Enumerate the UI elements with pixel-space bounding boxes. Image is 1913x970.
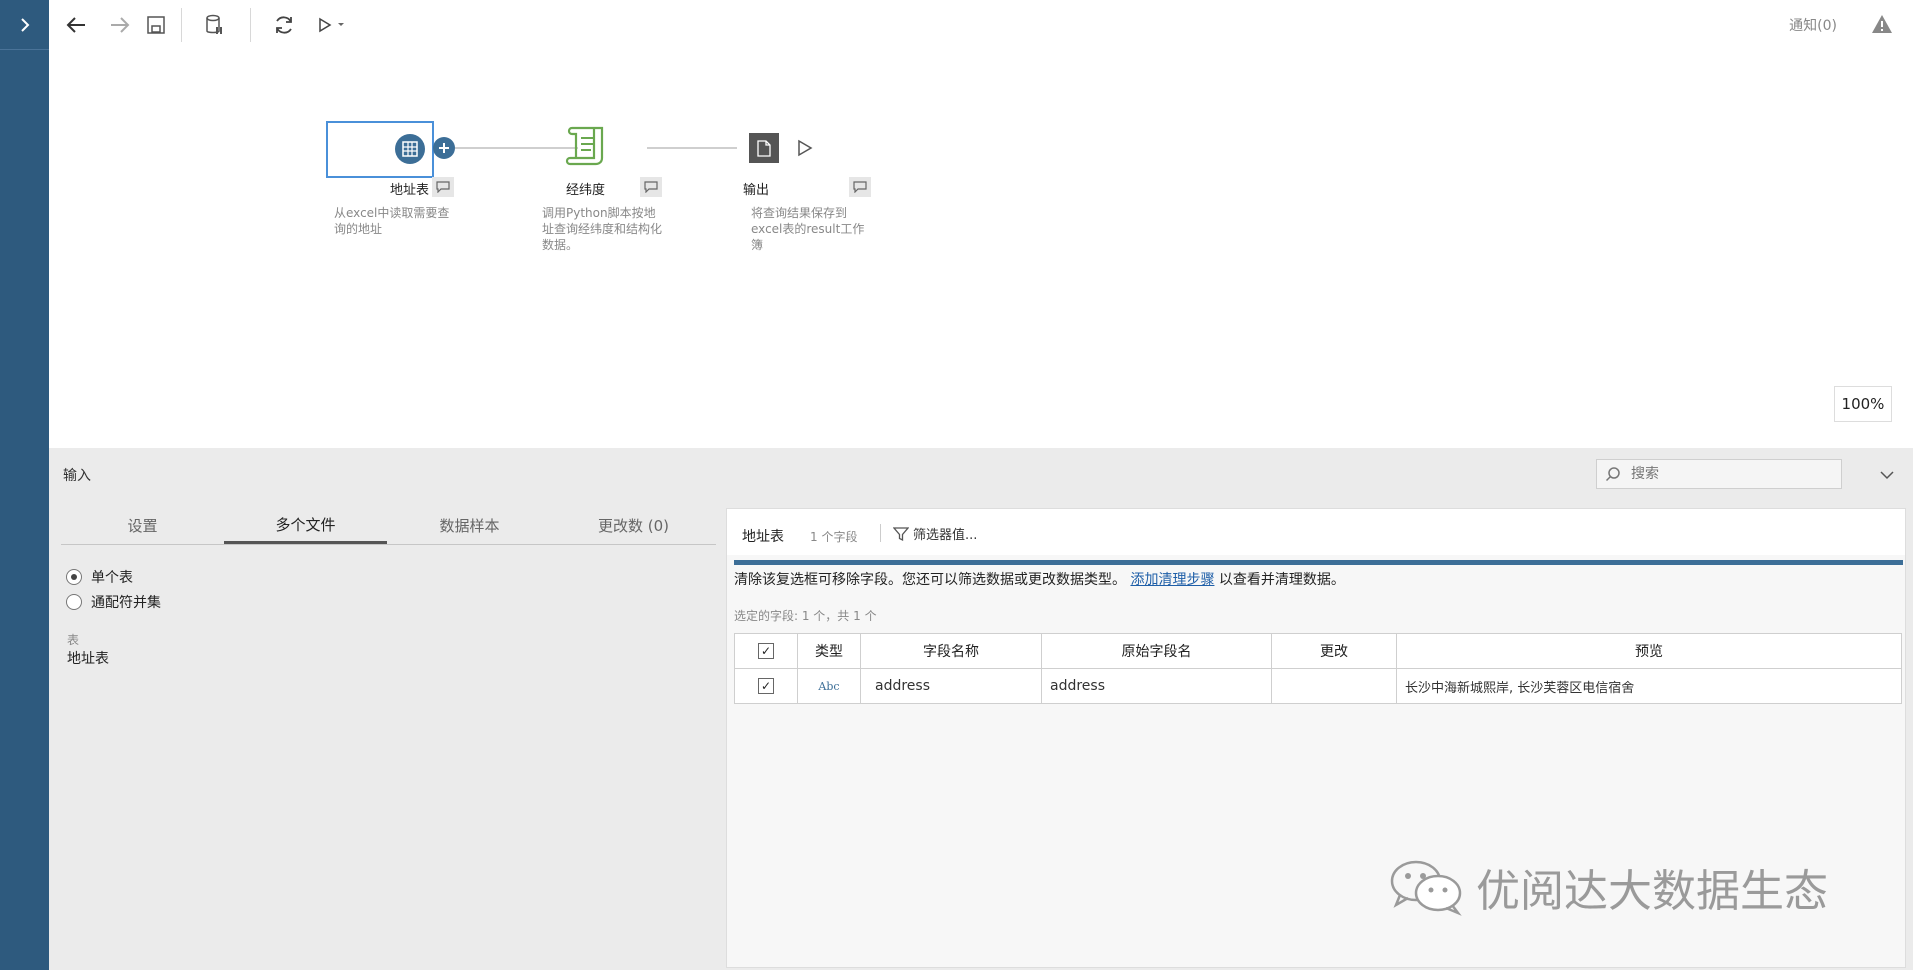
radio-wildcard-union[interactable]: 通配符并集 — [66, 592, 161, 612]
flow-node-input[interactable] — [326, 121, 434, 178]
column-header-field-name[interactable]: 字段名称 — [860, 633, 1042, 669]
tab-multiple-files[interactable]: 多个文件 — [224, 508, 387, 544]
tab-data-sample[interactable]: 数据样本 — [388, 508, 551, 543]
preview-cell: 长沙中海新城熙岸, 长沙芙蓉区电信宿舍 — [1396, 668, 1902, 704]
arrow-right-icon — [111, 17, 130, 33]
filter-values-button[interactable]: 筛选器值... — [893, 524, 977, 543]
comment-icon — [436, 181, 450, 193]
run-output-button[interactable] — [797, 139, 817, 159]
flow-node-script[interactable] — [564, 124, 610, 168]
watermark-text: 优阅达大数据生态 — [1476, 866, 1828, 917]
table-header-row: ✓ 类型 字段名称 原始字段名 更改 预览 — [734, 633, 1902, 669]
search-input[interactable] — [1629, 465, 1833, 483]
column-header-preview[interactable]: 预览 — [1396, 633, 1902, 669]
script-scroll-icon — [565, 126, 604, 166]
collapse-panel-button[interactable] — [1879, 465, 1899, 483]
comment-button[interactable] — [432, 177, 454, 197]
node-label[interactable]: 经纬度 — [566, 179, 605, 198]
select-all-cell: ✓ — [734, 633, 798, 669]
play-icon — [798, 139, 813, 157]
back-button[interactable] — [61, 10, 91, 40]
expand-sidebar-button[interactable] — [0, 0, 49, 50]
info-message: 清除该复选框可移除字段。您还可以筛选数据或更改数据类型。 添加清理步骤 以查看并… — [734, 569, 1345, 589]
comment-icon — [853, 181, 867, 193]
comment-button[interactable] — [640, 177, 662, 197]
radio-button[interactable] — [66, 594, 82, 610]
table-name-value: 地址表 — [67, 651, 109, 667]
chevron-down-icon — [1880, 471, 1894, 480]
table-node-icon — [395, 134, 425, 164]
comment-button[interactable] — [849, 177, 871, 197]
toolbar-divider — [250, 8, 251, 42]
database-pause-icon — [206, 14, 222, 34]
toolbar: 通知(0) — [49, 0, 1913, 52]
field-type-icon[interactable]: Abc — [797, 668, 861, 704]
node-description: 调用Python脚本按地址查询经纬度和结构化数据。 — [542, 206, 663, 252]
watermark: 优阅达大数据生态 — [1388, 855, 1828, 919]
warning-icon — [1872, 15, 1892, 33]
fields-header: 地址表 1 个字段 筛选器值... — [727, 509, 1905, 555]
table-row[interactable]: ✓ Abc address address 长沙中海新城熙岸, 长沙芙蓉区电信宿… — [734, 668, 1902, 704]
radio-button[interactable] — [66, 569, 82, 585]
save-icon — [147, 16, 165, 34]
select-all-checkbox[interactable]: ✓ — [758, 643, 774, 659]
search-icon — [1605, 467, 1620, 482]
fields-table-name: 地址表 — [742, 529, 784, 545]
save-button[interactable] — [141, 10, 171, 40]
data-source-button[interactable] — [199, 10, 229, 40]
row-checkbox-cell: ✓ — [734, 668, 798, 704]
selected-fields-count: 选定的字段: 1 个，共 1 个 — [734, 609, 877, 623]
field-checkbox[interactable]: ✓ — [758, 678, 774, 694]
chevron-right-icon — [20, 17, 29, 32]
arrow-left-icon — [66, 17, 85, 33]
accent-bar — [734, 560, 1903, 565]
output-file-icon — [757, 139, 771, 157]
flow-connector — [455, 147, 578, 149]
play-dropdown-icon — [319, 17, 344, 33]
field-count: 1 个字段 — [810, 530, 858, 544]
flow-canvas[interactable]: 地址表 从excel中读取需要查询的地址 经纬度 调用Python脚本按地址查询… — [49, 51, 1913, 448]
filter-label: 筛选器值... — [913, 528, 978, 543]
flow-node-output[interactable] — [749, 133, 779, 163]
refresh-icon — [276, 16, 292, 34]
flow-connector — [647, 147, 737, 149]
original-name-cell: address — [1041, 668, 1272, 704]
tab-changes[interactable]: 更改数 (0) — [552, 508, 715, 543]
radio-label: 单个表 — [91, 570, 133, 586]
column-header-type[interactable]: 类型 — [797, 633, 861, 669]
panel-tabs: 设置 多个文件 数据样本 更改数 (0) — [61, 508, 716, 545]
wechat-logo-icon — [1390, 860, 1462, 916]
notifications-link[interactable]: 通知(0) — [1789, 15, 1837, 35]
radio-single-table[interactable]: 单个表 — [66, 567, 133, 587]
radio-label: 通配符并集 — [91, 595, 161, 611]
toolbar-divider — [181, 8, 182, 42]
search-box[interactable] — [1596, 459, 1842, 489]
change-cell — [1271, 668, 1397, 704]
left-sidebar — [0, 0, 49, 970]
alert-button[interactable] — [1871, 13, 1893, 35]
column-header-change[interactable]: 更改 — [1271, 633, 1397, 669]
fields-table: ✓ 类型 字段名称 原始字段名 更改 预览 ✓ Abc address addr… — [734, 633, 1902, 704]
node-label[interactable]: 地址表 — [390, 179, 429, 198]
header-divider — [880, 524, 881, 542]
info-text: 清除该复选框可移除字段。您还可以筛选数据或更改数据类型。 — [734, 572, 1126, 588]
add-step-button[interactable] — [433, 137, 455, 159]
add-clean-step-link[interactable]: 添加清理步骤 — [1130, 572, 1214, 588]
filter-icon — [893, 526, 909, 541]
forward-button[interactable] — [105, 10, 135, 40]
plus-icon — [439, 143, 449, 153]
panel-title: 输入 — [63, 468, 91, 484]
node-label[interactable]: 输出 — [743, 179, 769, 198]
field-name-cell[interactable]: address — [860, 668, 1042, 704]
info-text: 以查看并清理数据。 — [1218, 572, 1345, 588]
run-flow-button[interactable] — [313, 10, 353, 40]
comment-icon — [644, 181, 658, 193]
zoom-level[interactable]: 100% — [1834, 386, 1892, 422]
table-section-label: 表 — [67, 633, 80, 647]
tab-settings[interactable]: 设置 — [61, 508, 224, 543]
node-description: 从excel中读取需要查询的地址 — [334, 206, 450, 236]
node-description: 将查询结果保存到excel表的result工作簿 — [751, 206, 865, 252]
refresh-button[interactable] — [269, 10, 299, 40]
column-header-original-name[interactable]: 原始字段名 — [1041, 633, 1272, 669]
